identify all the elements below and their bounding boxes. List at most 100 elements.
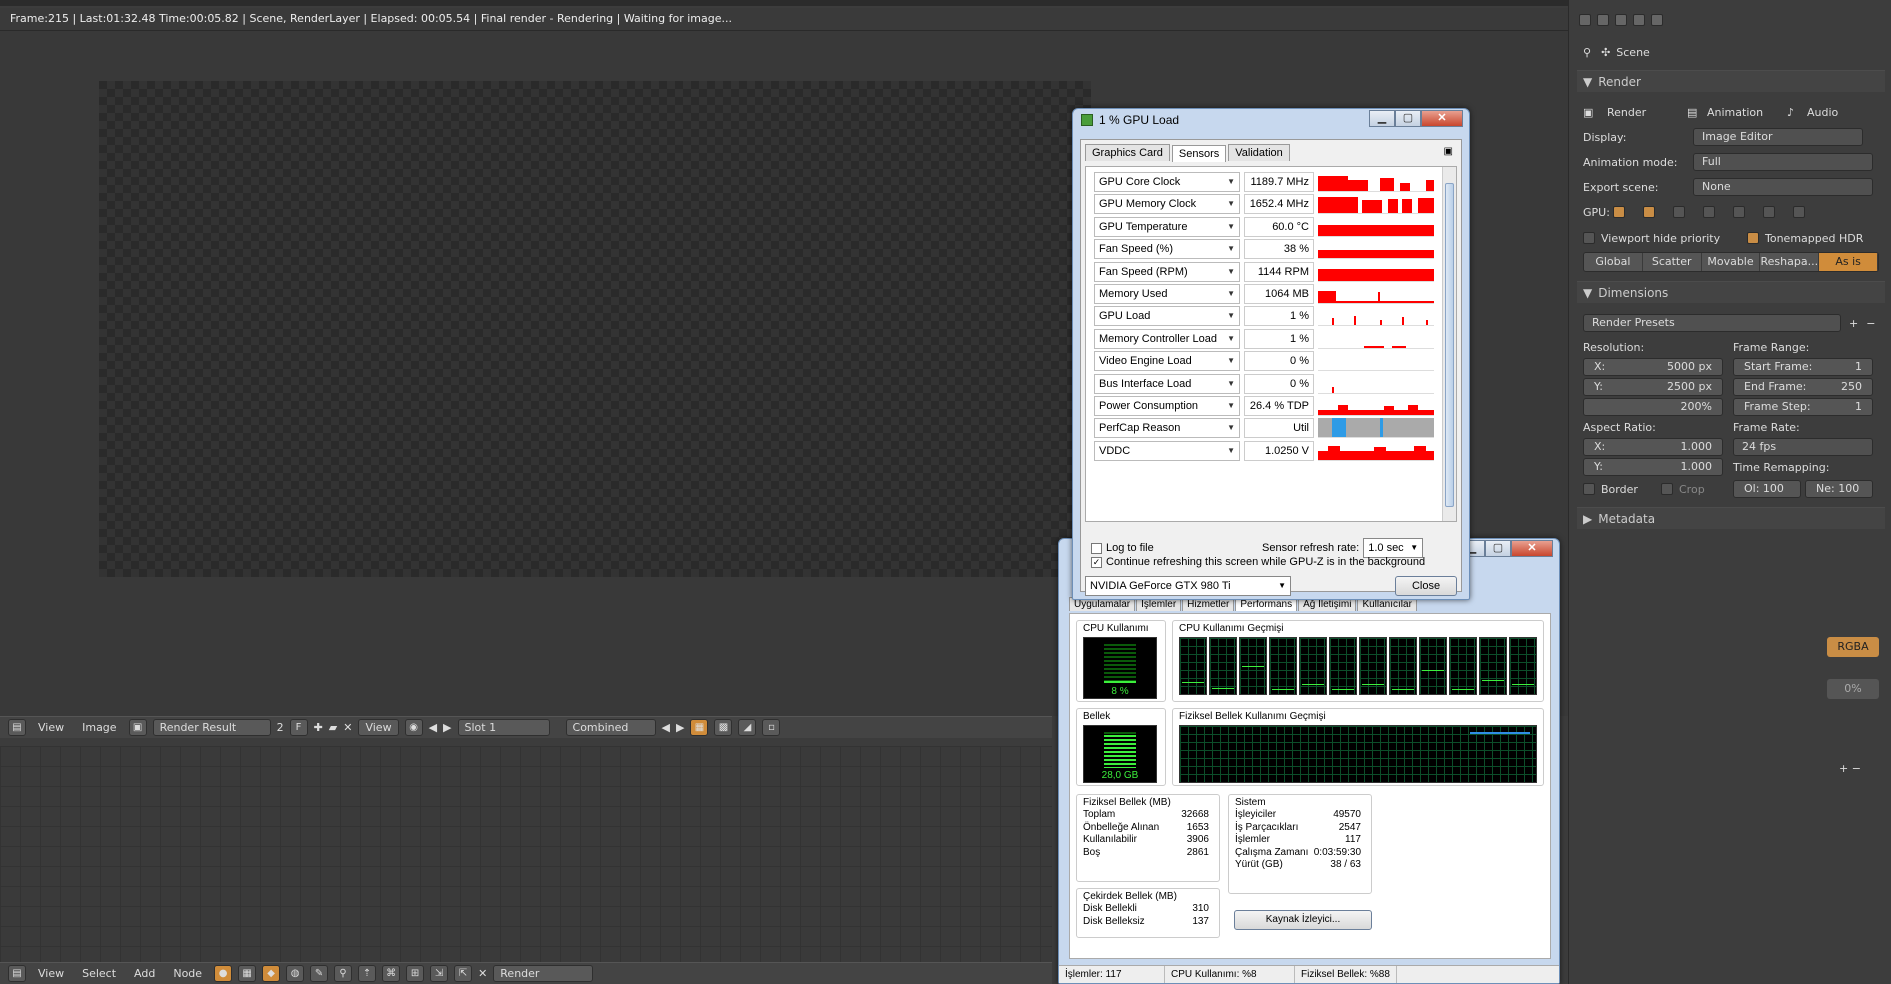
render-pass-dropdown[interactable]: Combined bbox=[565, 719, 656, 736]
fake-user-button[interactable]: F bbox=[289, 719, 308, 736]
paste-nodes-icon[interactable]: ⇱ bbox=[454, 965, 473, 982]
pivot-icon[interactable]: ◉ bbox=[404, 719, 423, 736]
gpu-checkbox-3[interactable] bbox=[1673, 206, 1685, 218]
time-remap-old-field[interactable]: Ol: 100 bbox=[1733, 480, 1801, 498]
graphics-card-dropdown[interactable]: NVIDIA GeForce GTX 980 Ti bbox=[1085, 576, 1291, 596]
object-icon[interactable]: ◆ bbox=[262, 965, 281, 982]
maximize-icon[interactable]: ▢ bbox=[1395, 110, 1421, 127]
metadata-panel-header[interactable]: ▶ Metadata bbox=[1577, 507, 1885, 529]
animation-mode-dropdown[interactable]: Full bbox=[1693, 153, 1873, 171]
prev-slot-icon[interactable]: ◀ bbox=[429, 721, 437, 734]
brush-icon[interactable]: ✎ bbox=[310, 965, 329, 982]
pin-icon[interactable]: ⚲ bbox=[334, 965, 353, 982]
gpu-checkbox-1[interactable] bbox=[1613, 206, 1625, 218]
copy-nodes-icon[interactable]: ⇲ bbox=[430, 965, 449, 982]
minimize-icon[interactable]: ▁ bbox=[1369, 110, 1395, 127]
image-browse-icon[interactable]: ▣ bbox=[128, 719, 147, 736]
snap-node-icon[interactable]: ⊞ bbox=[406, 965, 425, 982]
sensor-name-dropdown[interactable]: Power Consumption bbox=[1094, 396, 1240, 416]
object-tab-icon[interactable] bbox=[1651, 14, 1663, 26]
res-y-field[interactable]: Y: 2500 px bbox=[1583, 378, 1723, 396]
close-button[interactable]: Close bbox=[1395, 576, 1457, 596]
world-icon[interactable]: ◍ bbox=[286, 965, 305, 982]
crop-checkbox[interactable] bbox=[1661, 483, 1673, 495]
tab-graphics-card[interactable]: Graphics Card bbox=[1085, 144, 1170, 161]
mode-movable[interactable]: Movable bbox=[1701, 253, 1761, 271]
refresh-rate-dropdown[interactable]: 1.0 sec bbox=[1363, 538, 1424, 558]
z-buffer-icon[interactable]: ◢ bbox=[738, 719, 757, 736]
view-mode-dropdown[interactable]: View bbox=[358, 719, 399, 736]
sensor-name-dropdown[interactable]: GPU Temperature bbox=[1094, 216, 1240, 237]
alpha-checker-icon[interactable]: ▦ bbox=[690, 719, 709, 736]
sensor-name-dropdown[interactable]: Memory Controller Load bbox=[1094, 328, 1240, 349]
add-icon[interactable]: + − bbox=[1839, 762, 1861, 775]
render-presets-dropdown[interactable]: Render Presets bbox=[1583, 314, 1841, 332]
close-icon[interactable]: ✕ bbox=[478, 967, 487, 980]
parent-icon[interactable]: ⇡ bbox=[358, 965, 377, 982]
add-preset-icon[interactable]: + bbox=[1849, 317, 1858, 330]
scopes-icon[interactable]: ▫ bbox=[762, 719, 781, 736]
sensor-name-dropdown[interactable]: Fan Speed (RPM) bbox=[1094, 261, 1240, 282]
resource-monitor-button[interactable]: Kaynak İzleyici... bbox=[1234, 910, 1372, 930]
node-editor-type-icon[interactable]: ▤ bbox=[8, 965, 26, 982]
sensor-name-dropdown[interactable]: GPU Core Clock bbox=[1094, 172, 1240, 192]
tab-validation[interactable]: Validation bbox=[1228, 144, 1290, 161]
gpu-checkbox-7[interactable] bbox=[1793, 206, 1805, 218]
gpu-checkbox-4[interactable] bbox=[1703, 206, 1715, 218]
mode-scatter[interactable]: Scatter bbox=[1642, 253, 1702, 271]
next-pass-icon[interactable]: ▶ bbox=[676, 721, 684, 734]
menu-node[interactable]: Node bbox=[167, 967, 208, 980]
pin-icon[interactable]: ⚲ bbox=[1583, 46, 1591, 59]
open-image-icon[interactable]: ▰ bbox=[329, 721, 337, 734]
render-button[interactable]: Render bbox=[1607, 106, 1687, 119]
node-editor-canvas[interactable] bbox=[0, 746, 1052, 962]
alpha-icon[interactable]: ▩ bbox=[714, 719, 733, 736]
tonemapped-checkbox[interactable] bbox=[1747, 232, 1759, 244]
layers-tab-icon[interactable] bbox=[1597, 14, 1609, 26]
slot-dropdown[interactable]: Slot 1 bbox=[457, 719, 550, 736]
mode-as-is[interactable]: As is bbox=[1819, 253, 1878, 271]
sensor-name-dropdown[interactable]: Video Engine Load bbox=[1094, 351, 1240, 372]
frame-step-field[interactable]: Frame Step: 1 bbox=[1733, 398, 1873, 416]
sensor-name-dropdown[interactable]: Memory Used bbox=[1094, 284, 1240, 304]
export-scene-dropdown[interactable]: None bbox=[1693, 178, 1873, 196]
scene-tab-icon[interactable] bbox=[1615, 14, 1627, 26]
sensor-name-dropdown[interactable]: Fan Speed (%) bbox=[1094, 239, 1240, 260]
border-checkbox[interactable] bbox=[1583, 483, 1595, 495]
gpu-checkbox-2[interactable] bbox=[1643, 206, 1655, 218]
menu-add[interactable]: Add bbox=[128, 967, 161, 980]
sensor-name-dropdown[interactable]: PerfCap Reason bbox=[1094, 418, 1240, 439]
shader-nodes-icon[interactable]: ● bbox=[214, 965, 233, 982]
audio-button[interactable]: Audio bbox=[1807, 106, 1838, 119]
mode-global[interactable]: Global bbox=[1584, 253, 1643, 271]
remove-preset-icon[interactable]: − bbox=[1866, 317, 1875, 330]
sensor-name-dropdown[interactable]: Bus Interface Load bbox=[1094, 373, 1240, 394]
render-panel-header[interactable]: ▼ Render bbox=[1577, 70, 1885, 92]
rgba-button[interactable]: RGBA bbox=[1827, 637, 1879, 657]
aspect-x-field[interactable]: X: 1.000 bbox=[1583, 438, 1723, 456]
time-remap-new-field[interactable]: Ne: 100 bbox=[1805, 480, 1873, 498]
tab-sensors[interactable]: Sensors bbox=[1171, 145, 1227, 162]
gpu-checkbox-5[interactable] bbox=[1733, 206, 1745, 218]
close-icon[interactable]: ✕ bbox=[1421, 110, 1463, 127]
viewport-hide-checkbox[interactable] bbox=[1583, 232, 1595, 244]
start-frame-field[interactable]: Start Frame: 1 bbox=[1733, 358, 1873, 376]
sensor-name-dropdown[interactable]: VDDC bbox=[1094, 440, 1240, 461]
animation-button[interactable]: Animation bbox=[1707, 106, 1787, 119]
menu-select[interactable]: Select bbox=[76, 967, 122, 980]
sensor-name-dropdown[interactable]: GPU Memory Clock bbox=[1094, 194, 1240, 215]
continue-refresh-checkbox[interactable]: ✓ bbox=[1091, 556, 1102, 568]
render-tab-icon[interactable] bbox=[1579, 14, 1591, 26]
end-frame-field[interactable]: End Frame: 250 bbox=[1733, 378, 1873, 396]
menu-view[interactable]: View bbox=[32, 967, 70, 980]
compositing-nodes-icon[interactable]: ▦ bbox=[238, 965, 257, 982]
world-tab-icon[interactable] bbox=[1633, 14, 1645, 26]
menu-image[interactable]: Image bbox=[76, 721, 122, 734]
image-name-field[interactable]: Render Result bbox=[152, 719, 271, 736]
sensor-scrollbar[interactable] bbox=[1442, 167, 1456, 521]
snap-icon[interactable]: ⌘ bbox=[382, 965, 401, 982]
screenshot-icon[interactable]: ▣ bbox=[1444, 146, 1453, 157]
log-to-file-checkbox[interactable] bbox=[1091, 542, 1102, 554]
gpu-checkbox-6[interactable] bbox=[1763, 206, 1775, 218]
unlink-image-icon[interactable]: ✕ bbox=[343, 721, 352, 734]
